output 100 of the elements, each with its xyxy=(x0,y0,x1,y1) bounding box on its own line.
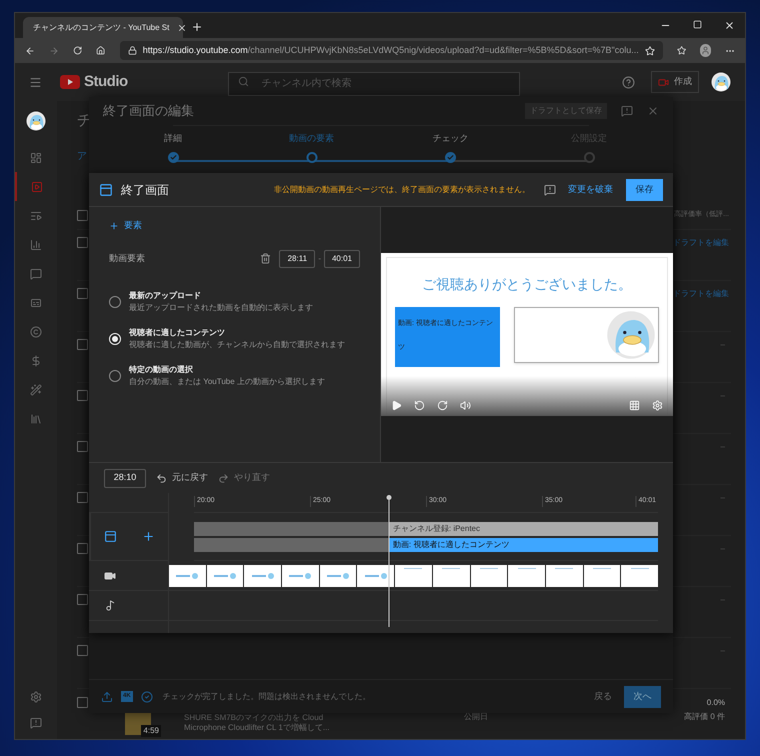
option-title: 特定の動画の選択 xyxy=(129,364,194,376)
search-field[interactable]: チャンネル内で検索 xyxy=(228,72,520,96)
radio-button[interactable] xyxy=(109,296,121,308)
feedback-icon[interactable] xyxy=(621,105,633,117)
volume-icon[interactable] xyxy=(460,400,471,411)
save-button[interactable]: 保存 xyxy=(626,178,663,200)
video-frame xyxy=(546,564,583,586)
avatar[interactable] xyxy=(711,72,731,92)
video-frame xyxy=(508,564,545,586)
video-frame xyxy=(395,564,432,586)
checkbox[interactable] xyxy=(77,210,88,220)
empty-value: – xyxy=(720,645,725,657)
likes-count: 高評価 0 件 xyxy=(684,711,725,723)
checkbox[interactable] xyxy=(77,441,88,452)
rewind-icon[interactable] xyxy=(414,400,425,411)
radio-button[interactable] xyxy=(109,370,121,382)
date-label: 公開日 xyxy=(464,711,488,723)
dollar-icon xyxy=(30,354,42,366)
empty-value: – xyxy=(720,543,725,555)
play-icon[interactable] xyxy=(391,400,402,411)
youtube-logo-icon xyxy=(60,75,80,89)
close-icon[interactable] xyxy=(177,22,188,32)
checkbox[interactable] xyxy=(77,645,88,656)
trash-icon[interactable] xyxy=(260,253,272,264)
penguin-drawing xyxy=(711,72,731,92)
step-label[interactable]: 詳細 xyxy=(164,132,182,146)
penguin-drawing xyxy=(606,310,656,360)
address-field[interactable]: https://studio.youtube.com/channel/UCUHPWvjKbN8s5eLVdWQ5nig/videos/upload?d=ud&filter=%5B%5D&sort=%7B"colu... xyxy=(120,41,663,60)
video-icon xyxy=(31,180,43,192)
bar-chart-icon xyxy=(30,238,42,250)
check-icon xyxy=(140,690,153,702)
studio-logo: Studio xyxy=(84,72,128,92)
undo-button[interactable]: 元に戻す xyxy=(156,471,208,485)
checkbox[interactable] xyxy=(77,492,88,503)
copyright-icon xyxy=(30,326,42,338)
new-tab-icon[interactable] xyxy=(191,21,203,33)
rating-value: 0.0% xyxy=(706,697,725,709)
checkbox[interactable] xyxy=(77,594,88,605)
tab-title: チャンネルのコンテンツ - YouTube St xyxy=(33,22,170,34)
empty-value: – xyxy=(720,339,725,351)
back-icon[interactable] xyxy=(25,44,36,56)
next-button[interactable]: 次へ xyxy=(624,686,661,708)
back-button[interactable]: 戻る xyxy=(594,690,612,704)
favorite-icon[interactable] xyxy=(644,46,655,56)
settings-icon[interactable] xyxy=(30,691,42,703)
empty-value: – xyxy=(720,594,725,606)
favorites-icon[interactable] xyxy=(676,45,686,56)
video-frame xyxy=(621,564,658,586)
undo-icon xyxy=(156,472,167,484)
channel-avatar[interactable] xyxy=(26,111,46,131)
subscribe-element-card[interactable] xyxy=(514,307,659,363)
forward-icon[interactable] xyxy=(437,400,448,411)
home-icon[interactable] xyxy=(96,45,106,56)
time-separator: - xyxy=(318,252,321,264)
checkbox[interactable] xyxy=(77,237,88,248)
close-icon[interactable] xyxy=(724,20,735,31)
forward-icon[interactable] xyxy=(49,44,60,56)
feedback-icon[interactable] xyxy=(544,184,556,196)
grid-icon[interactable] xyxy=(629,400,640,411)
preview-heading: ご視聴ありがとうございました。 xyxy=(421,275,633,294)
wand-icon xyxy=(30,384,42,396)
playhead[interactable] xyxy=(386,495,392,627)
video-frame xyxy=(244,564,282,586)
video-frame xyxy=(584,564,620,586)
video-title: SHURE SM7Bのマイクの出力を Cloud Microphone Cloudlifter CL 1で増幅して... xyxy=(184,713,331,733)
browser-tab[interactable]: チャンネルのコンテンツ - YouTube St xyxy=(23,17,183,38)
reload-icon[interactable] xyxy=(73,45,82,56)
video-icon xyxy=(104,570,116,582)
checkbox[interactable] xyxy=(77,390,88,401)
empty-value: – xyxy=(720,492,725,504)
checkbox[interactable] xyxy=(77,543,88,554)
help-icon[interactable] xyxy=(622,76,635,88)
menu-icon[interactable] xyxy=(29,76,42,88)
library-icon xyxy=(30,412,42,424)
start-time-field[interactable]: 28:11 xyxy=(279,250,316,268)
option-description: 最近アップロードされた動画を自動的に表示します xyxy=(129,302,313,314)
checkbox[interactable] xyxy=(77,339,88,350)
current-time-field[interactable]: 28:10 xyxy=(104,468,146,488)
penguin-drawing xyxy=(26,111,46,131)
option-title: 視聴者に適したコンテンツ xyxy=(129,326,226,338)
option-title: 最新のアップロード xyxy=(129,290,202,302)
profile-avatar[interactable] xyxy=(700,44,711,57)
add-icon[interactable] xyxy=(142,530,156,543)
create-button[interactable]: 作成 xyxy=(651,71,699,93)
feedback-icon[interactable] xyxy=(30,717,42,729)
upload-icon xyxy=(101,690,113,702)
comment-icon xyxy=(30,268,42,280)
video-frame xyxy=(320,564,356,586)
step-label[interactable]: チェック xyxy=(432,132,468,146)
checkbox[interactable] xyxy=(77,697,88,708)
plus-icon xyxy=(109,220,119,231)
add-element-button[interactable]: 要素 xyxy=(109,219,142,232)
redo-icon xyxy=(218,472,229,484)
discard-changes-link[interactable]: 変更を破棄 xyxy=(568,182,613,196)
empty-value: – xyxy=(720,390,725,402)
end-time-field[interactable]: 40:01 xyxy=(324,250,360,268)
checkbox[interactable] xyxy=(77,288,88,299)
bar-label: チャンネル登録: iPentec xyxy=(392,522,480,534)
video-frame xyxy=(432,564,470,586)
maximize-icon[interactable] xyxy=(693,20,702,29)
